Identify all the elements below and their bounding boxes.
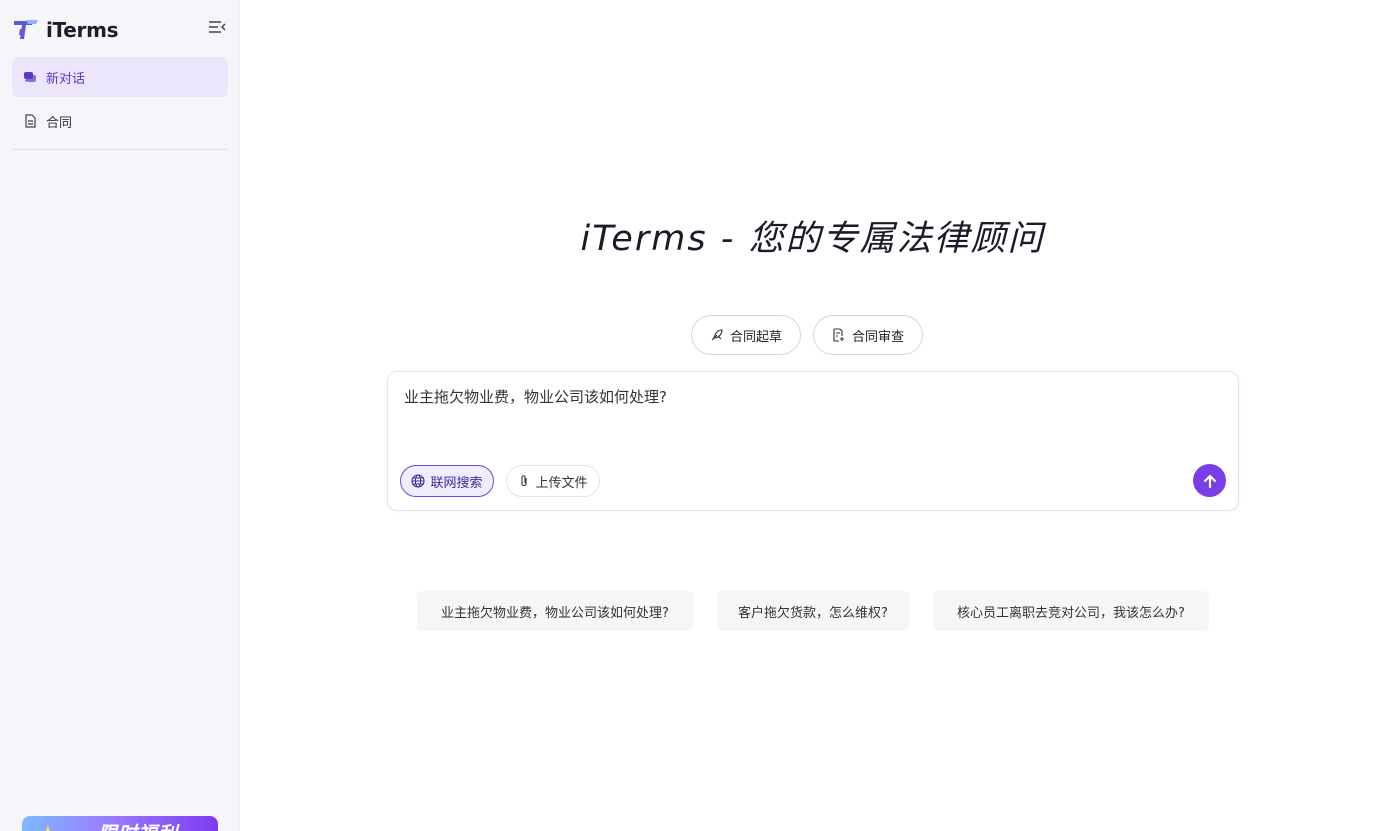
promo-text: 限时福利: [98, 819, 178, 831]
contract-draft-button[interactable]: 合同起草: [691, 315, 801, 355]
logo-text: iTerms: [46, 18, 119, 42]
chat-input-box: 业主拖欠物业费，物业公司该如何处理? 联网搜索 上传文件: [387, 371, 1239, 511]
logo[interactable]: iTerms: [12, 16, 119, 44]
sidebar-item-contract[interactable]: 合同: [12, 101, 228, 141]
upload-file-label: 上传文件: [535, 475, 588, 491]
chat-bubbles-icon: [23, 70, 37, 84]
suggestion-chip[interactable]: 客户拖欠货款，怎么维权?: [717, 591, 909, 631]
sidebar-item-label: 合同: [46, 115, 73, 131]
logo-mark-icon: [12, 17, 40, 43]
contract-review-label: 合同审查: [851, 329, 904, 345]
upload-file-button[interactable]: 上传文件: [506, 465, 600, 497]
document-review-icon: [833, 328, 844, 342]
send-button[interactable]: [1193, 464, 1226, 497]
globe-icon: [411, 474, 426, 488]
suggestion-chip[interactable]: 业主拖欠物业费，物业公司该如何处理?: [417, 591, 693, 631]
document-icon: [23, 114, 37, 128]
contract-draft-label: 合同起草: [729, 329, 782, 345]
paperclip-icon: [521, 475, 528, 487]
page-title: iTerms - 您的专属法律顾问: [580, 219, 1045, 259]
collapse-icon: [209, 21, 226, 33]
suggestion-chip[interactable]: 核心员工离职去竞对公司，我该怎么办?: [933, 591, 1209, 631]
sidebar-divider: [12, 149, 228, 150]
sidebar: iTerms 新对话 合同 ★ 限时福利: [0, 0, 240, 831]
contract-review-button[interactable]: 合同审查: [813, 315, 923, 355]
promo-banner[interactable]: ★ 限时福利: [22, 816, 218, 831]
collapse-sidebar-button[interactable]: [206, 17, 228, 37]
chat-input[interactable]: 业主拖欠物业费，物业公司该如何处理?: [404, 386, 1204, 426]
arrow-up-icon: [1203, 474, 1216, 488]
web-search-toggle[interactable]: 联网搜索: [400, 465, 494, 497]
sidebar-item-label: 新对话: [46, 71, 86, 87]
web-search-label: 联网搜索: [430, 475, 483, 491]
star-icon: ★: [38, 822, 58, 831]
sidebar-item-new-chat[interactable]: 新对话: [12, 57, 228, 97]
quill-icon: [711, 329, 723, 341]
